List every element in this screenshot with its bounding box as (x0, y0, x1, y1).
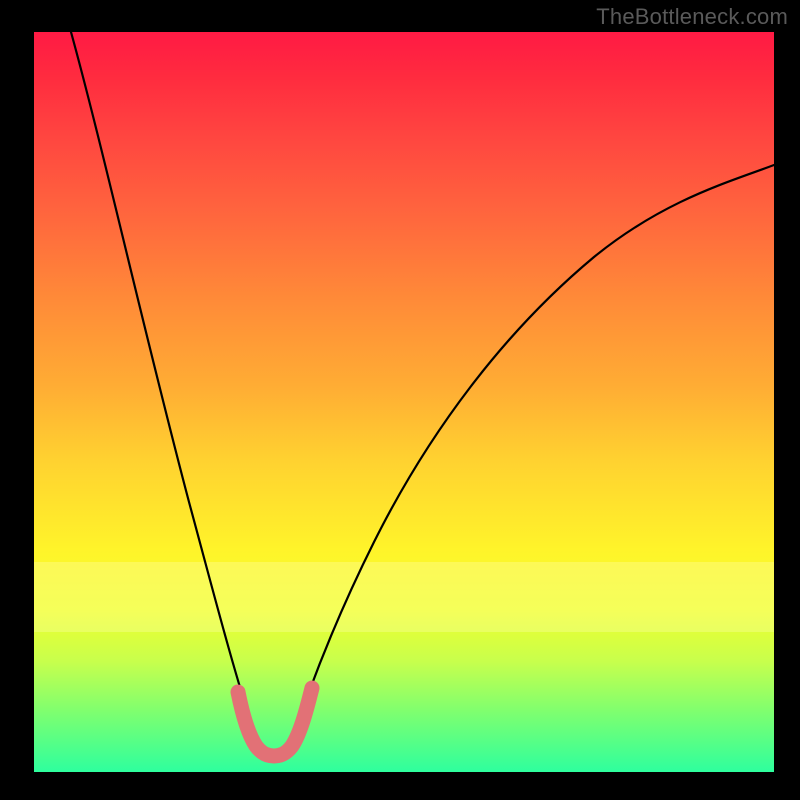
curve-left-branch (71, 32, 260, 750)
curve-right-branch (289, 165, 774, 750)
plot-area (34, 32, 774, 772)
chart-frame: TheBottleneck.com (0, 0, 800, 800)
curve-layer (34, 32, 774, 772)
watermark-text: TheBottleneck.com (596, 4, 788, 30)
valley-marker (238, 688, 312, 756)
